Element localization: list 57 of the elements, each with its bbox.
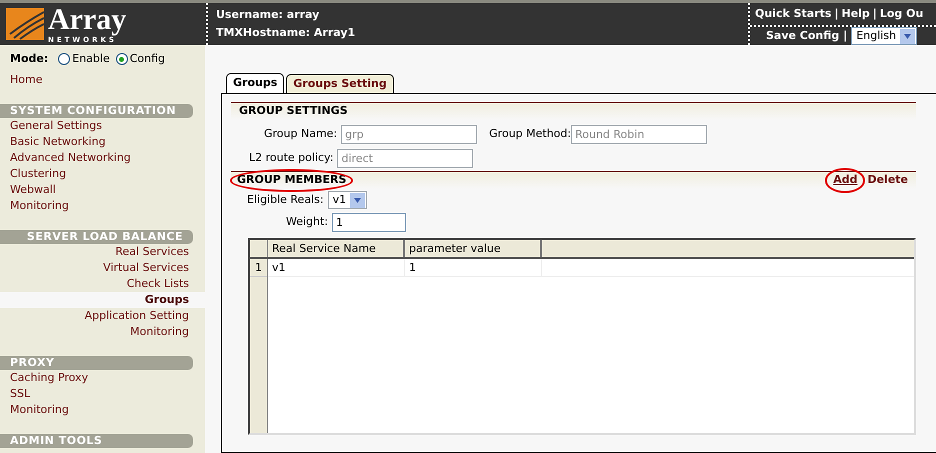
field-label: Weight: [286,214,328,230]
field-label: Group Name: [264,126,338,142]
section-header: ADMIN TOOLS [0,434,193,448]
sidebar-link[interactable]: Basic Networking [0,134,205,150]
field-label: Eligible Reals: [247,192,324,208]
sidebar-link[interactable]: Monitoring [0,402,205,418]
sidebar-link[interactable]: Check Lists [0,276,205,292]
sidebar-link[interactable]: Caching Proxy [0,370,205,386]
field-label: L2 route policy: [249,150,334,166]
weight-field[interactable]: 1 [332,213,406,232]
dropdown-arrow-icon [904,34,912,38]
action-link[interactable]: Delete [867,172,908,189]
table-cell: v1 [268,259,405,276]
sidebar-link[interactable]: SSL [0,386,205,402]
section-header: PROXY [0,356,193,370]
radio-label: Config [130,51,166,67]
header-link[interactable]: Log Ou [880,6,924,22]
sidebar-link[interactable]: Application Setting [0,308,205,324]
action-link[interactable]: Add [827,170,864,191]
tab[interactable]: Groups Setting [286,74,394,93]
eligible-reals-select[interactable]: v1 [328,191,368,209]
save-config-link[interactable]: Save Config [766,28,840,44]
sidebar-link[interactable]: Groups [0,292,205,308]
home-link[interactable]: Home [0,72,205,88]
hostname-label: TMXHostname: Array1 [216,24,356,40]
radio-button[interactable] [58,53,70,66]
radio-button[interactable] [116,53,128,66]
logo-icon [6,8,44,40]
sidebar-link[interactable]: Real Services [0,244,205,260]
dropdown-arrow-icon [354,198,362,202]
header-link[interactable]: Quick Starts [755,6,832,22]
section-header: SERVER LOAD BALANCE [0,230,193,244]
field-label: Group Method: [489,126,572,142]
column-header: Real Service Name [268,240,405,257]
separator: | [834,6,838,22]
section-title: GROUP SETTINGS [239,103,348,120]
logo-text: Array [48,4,126,36]
username-label: Username: array [216,7,320,23]
table-cell: 1 [405,259,542,276]
separator: | [872,6,877,22]
separator: | [843,28,848,44]
sidebar-link[interactable]: General Settings [0,118,205,134]
mode-label: Mode: [10,51,48,67]
tab[interactable]: Groups [226,73,284,93]
radio-label: Enable [72,51,110,67]
sidebar-link[interactable]: Advanced Networking [0,150,205,166]
sidebar-link[interactable]: Webwall [0,182,205,198]
language-select[interactable]: English [851,27,918,45]
header-link[interactable]: Help [841,6,870,22]
sidebar-link[interactable]: Monitoring [0,324,205,340]
row-number: 1 [250,259,267,277]
sidebar-link[interactable]: Clustering [0,166,205,182]
sidebar-link[interactable]: Monitoring [0,198,205,214]
sidebar-link[interactable]: Virtual Services [0,260,205,276]
column-header: parameter value [405,240,542,257]
section-header: SYSTEM CONFIGURATION [0,104,193,118]
section-title: GROUP MEMBERS [233,172,350,189]
